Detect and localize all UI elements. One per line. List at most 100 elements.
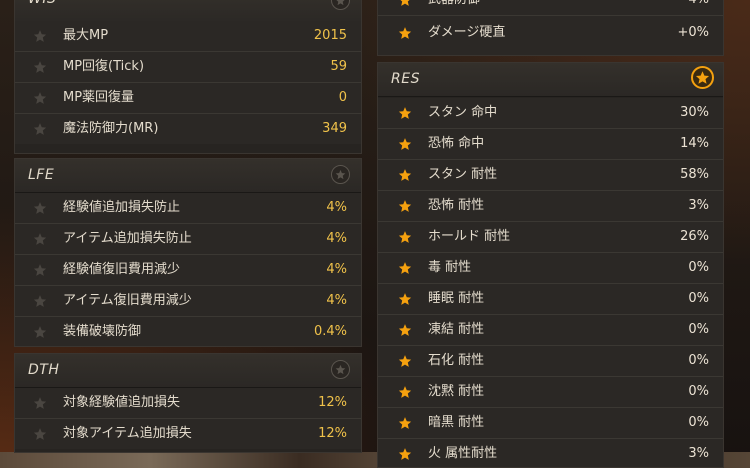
stat-label: 装備破壊防御	[63, 324, 142, 339]
star-icon[interactable]	[33, 232, 47, 246]
stat-value: 2015	[313, 28, 347, 43]
lfe-panel: LFE 経験値追加損失防止 4% アイテム追加損失防止 4% 経験値復旧費用減少…	[14, 158, 362, 347]
wis-panel-title: WIS	[28, 0, 56, 16]
star-icon[interactable]	[398, 168, 412, 182]
stat-value: 0%	[688, 353, 709, 368]
stat-label: アイテム復旧費用減少	[63, 293, 192, 308]
stat-value: 4%	[326, 231, 347, 246]
stat-row: スタン 命中 30%	[378, 98, 723, 129]
stat-row: 魔法防御力(MR) 349	[15, 114, 361, 144]
star-icon[interactable]	[398, 261, 412, 275]
stat-label: 魔法防御力(MR)	[63, 121, 159, 136]
stat-row: 最大MP 2015	[15, 21, 361, 52]
stat-value: 4%	[688, 0, 709, 15]
dth-panel: DTH 対象経験値追加損失 12% 対象アイテム追加損失 12%	[14, 353, 362, 453]
stat-label: 対象アイテム追加損失	[63, 426, 192, 441]
stat-row: 暗黒 耐性 0%	[378, 408, 723, 439]
star-icon[interactable]	[398, 230, 412, 244]
star-icon[interactable]	[33, 60, 47, 74]
stat-label: 沈黙 耐性	[428, 384, 485, 399]
stat-value: 14%	[680, 136, 709, 151]
stat-label: 睡眠 耐性	[428, 291, 485, 306]
wis-panel: WIS 最大MP 2015 MP回復(Tick) 59 MP薬回復量 0 魔法防…	[14, 0, 362, 154]
dth-panel-title: DTH	[28, 362, 60, 378]
stat-label: スタン 命中	[428, 105, 498, 120]
stat-label: 最大MP	[63, 28, 109, 43]
res-panel-header: RES	[378, 63, 723, 97]
stat-row: 凍結 耐性 0%	[378, 315, 723, 346]
stat-label: 恐怖 耐性	[428, 198, 485, 213]
stat-value: 26%	[680, 229, 709, 244]
stat-value: 0%	[688, 322, 709, 337]
defense-panel: 武器防御 4% ダメージ硬直 +0%	[377, 0, 724, 56]
stat-value: 4%	[326, 200, 347, 215]
stat-row: 対象アイテム追加損失 12%	[15, 419, 361, 449]
star-icon[interactable]	[33, 201, 47, 215]
star-icon[interactable]	[398, 199, 412, 213]
stat-label: アイテム追加損失防止	[63, 231, 192, 246]
star-icon[interactable]	[398, 137, 412, 151]
stat-row: ダメージ硬直 +0%	[378, 16, 723, 55]
stat-value: +0%	[677, 25, 709, 40]
stat-value: 58%	[680, 167, 709, 182]
stat-value: 12%	[318, 395, 347, 410]
stat-value: 4%	[326, 293, 347, 308]
star-icon[interactable]	[33, 325, 47, 339]
stat-label: MP薬回復量	[63, 90, 135, 105]
star-icon[interactable]	[33, 122, 47, 136]
wis-star-toggle-icon[interactable]	[331, 0, 350, 10]
star-icon[interactable]	[398, 385, 412, 399]
stat-label: MP回復(Tick)	[63, 59, 145, 74]
star-icon[interactable]	[33, 263, 47, 277]
stat-label: ホールド 耐性	[428, 229, 511, 244]
res-panel-title: RES	[391, 71, 420, 87]
stat-row: アイテム復旧費用減少 4%	[15, 286, 361, 317]
star-icon[interactable]	[398, 323, 412, 337]
stat-label: スタン 耐性	[428, 167, 498, 182]
stat-label: 経験値追加損失防止	[63, 200, 181, 215]
star-icon[interactable]	[33, 294, 47, 308]
res-star-toggle-icon[interactable]	[691, 66, 714, 89]
stat-value: 12%	[318, 426, 347, 441]
lfe-panel-title: LFE	[28, 167, 55, 183]
stat-value: 0%	[688, 291, 709, 306]
star-icon[interactable]	[398, 106, 412, 120]
star-icon[interactable]	[33, 427, 47, 441]
star-icon[interactable]	[398, 354, 412, 368]
stat-row: 恐怖 命中 14%	[378, 129, 723, 160]
stat-row: MP回復(Tick) 59	[15, 52, 361, 83]
stat-label: 暗黒 耐性	[428, 415, 485, 430]
res-panel: RES スタン 命中 30% 恐怖 命中 14% スタン 耐性 58% 恐怖 耐…	[377, 62, 724, 468]
stat-value: 0	[338, 90, 347, 105]
stat-value: 0%	[688, 384, 709, 399]
stat-value: 59	[330, 59, 347, 74]
stat-row: 対象経験値追加損失 12%	[15, 388, 361, 419]
stat-value: 0%	[688, 260, 709, 275]
stat-label: 石化 耐性	[428, 353, 485, 368]
star-icon[interactable]	[398, 416, 412, 430]
stat-label: 恐怖 命中	[428, 136, 485, 151]
star-icon[interactable]	[398, 292, 412, 306]
dth-star-toggle-icon[interactable]	[331, 360, 350, 379]
stat-row: 恐怖 耐性 3%	[378, 191, 723, 222]
star-icon[interactable]	[33, 29, 47, 43]
stat-row: 石化 耐性 0%	[378, 346, 723, 377]
stat-label: 対象経験値追加損失	[63, 395, 181, 410]
star-icon[interactable]	[398, 26, 412, 40]
stat-row: 火 属性耐性 3%	[378, 439, 723, 467]
stat-row: 睡眠 耐性 0%	[378, 284, 723, 315]
stat-label: 凍結 耐性	[428, 322, 485, 337]
stat-value: 3%	[688, 446, 709, 461]
star-icon[interactable]	[33, 91, 47, 105]
stat-label: ダメージ硬直	[428, 25, 506, 40]
stat-value: 0.4%	[313, 324, 347, 339]
star-icon[interactable]	[398, 0, 412, 7]
star-icon[interactable]	[398, 447, 412, 461]
stat-row: 沈黙 耐性 0%	[378, 377, 723, 408]
lfe-star-toggle-icon[interactable]	[331, 165, 350, 184]
stat-label: 火 属性耐性	[428, 446, 498, 461]
star-icon[interactable]	[33, 396, 47, 410]
stat-row: MP薬回復量 0	[15, 83, 361, 114]
stat-label: 毒 耐性	[428, 260, 472, 275]
stat-row: 武器防御 4%	[378, 0, 723, 16]
